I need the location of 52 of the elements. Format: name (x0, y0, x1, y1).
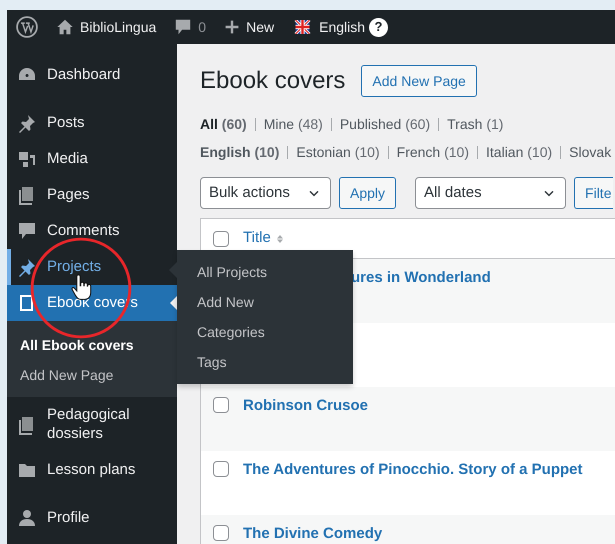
flyout-menu-item[interactable]: Tags (177, 347, 353, 377)
filter-link[interactable]: Estonian (10) (296, 144, 380, 160)
sidebar-menu-item[interactable]: Pedagogical dossiers (7, 397, 177, 452)
comment-icon (174, 18, 192, 36)
flag-icon (292, 20, 314, 34)
post-title-link[interactable]: Robinson Crusoe (243, 397, 368, 415)
filter-link[interactable]: English (10) (200, 144, 280, 160)
user-icon (17, 508, 37, 528)
media-icon (17, 149, 37, 169)
filter-link[interactable]: Trash (1) (447, 116, 504, 132)
pin-icon (17, 113, 37, 133)
sidebar-menu-item[interactable]: Media (7, 141, 177, 177)
page-title: Ebook covers (200, 66, 346, 96)
filter-button[interactable]: Filte (574, 177, 614, 209)
plus-icon (224, 19, 240, 35)
apply-button[interactable]: Apply (339, 177, 396, 209)
filter-link[interactable]: All (60) (200, 116, 247, 132)
select-all-checkbox[interactable] (213, 230, 229, 246)
date-select[interactable]: All dates (415, 177, 566, 209)
pin-icon (17, 257, 37, 277)
help-icon[interactable]: ? (369, 18, 388, 36)
flyout-menu-item[interactable]: All Projects (177, 257, 353, 287)
sidebar-menu-item[interactable]: Dashboard (7, 57, 177, 93)
submenu-item[interactable]: Add New Page (7, 360, 177, 390)
comments-link[interactable]: 0 (165, 10, 216, 44)
filter-link[interactable]: Italian (10) (486, 144, 552, 160)
sidebar-menu-item[interactable]: Profile (7, 500, 177, 536)
sidebar-menu-item[interactable]: Pages (7, 177, 177, 213)
sidebar-menu-item[interactable]: Posts (7, 105, 177, 141)
comment-icon (17, 221, 37, 241)
home-icon (56, 18, 74, 36)
language-switcher[interactable]: English ? (283, 10, 398, 44)
column-header[interactable]: Title (243, 227, 285, 250)
filter-link[interactable]: Mine (48) (264, 116, 323, 132)
post-title-link[interactable]: The Adventures of Pinocchio. Story of a Puppet (243, 461, 582, 479)
row-checkbox[interactable] (213, 397, 229, 413)
filter-link[interactable]: Slovak (569, 144, 612, 160)
sidebar-menu-item[interactable]: Lesson plans (7, 452, 177, 488)
site-name-link[interactable]: BiblioLingua (47, 10, 166, 44)
filter-link[interactable]: French (10) (396, 144, 470, 160)
row-checkbox[interactable] (213, 461, 229, 477)
bulk-actions-select[interactable]: Bulk actions (200, 177, 331, 209)
row-checkbox[interactable] (213, 525, 229, 541)
sidebar-menu-item[interactable]: Projects (7, 249, 177, 285)
add-new-page-button[interactable]: Add New Page (361, 65, 477, 97)
sidebar-menu-item[interactable]: Comments (7, 213, 177, 249)
flyout-menu-item[interactable]: Categories (177, 317, 353, 347)
filter-link[interactable]: Published (60) (340, 116, 430, 132)
submenu-item[interactable]: All Ebook covers (7, 330, 177, 360)
flyout-menu-item[interactable]: Add New (177, 287, 353, 317)
new-link[interactable]: New (215, 10, 284, 44)
wordpress-logo-icon[interactable] (16, 16, 38, 38)
